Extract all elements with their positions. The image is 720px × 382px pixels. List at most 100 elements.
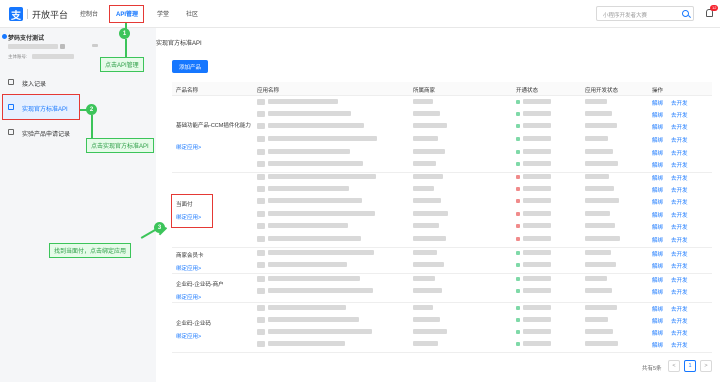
nav-console[interactable]: 控制台 <box>80 9 98 18</box>
unbind-link[interactable]: 解绑 <box>652 111 663 119</box>
develop-link[interactable]: 去开发 <box>671 329 688 337</box>
open-status-redacted <box>523 250 551 255</box>
unbind-link[interactable]: 解绑 <box>652 136 663 144</box>
dev-status-redacted <box>585 250 611 255</box>
unbind-link[interactable]: 解绑 <box>652 198 663 206</box>
pager-next-button[interactable]: > <box>700 360 712 372</box>
unbind-link[interactable]: 解绑 <box>652 149 663 157</box>
open-status-dot <box>516 162 520 166</box>
open-status-redacted <box>523 149 551 154</box>
merchant-redacted <box>413 149 445 154</box>
open-status-dot <box>516 137 520 141</box>
app-icon-redacted <box>257 223 265 229</box>
app-name-redacted <box>268 123 364 128</box>
open-status-dot <box>516 263 520 267</box>
account-number-redacted <box>32 54 74 59</box>
open-status-redacted <box>523 288 551 293</box>
add-product-button[interactable]: 添加产品 <box>172 60 208 73</box>
logo-divider <box>27 9 28 19</box>
search-icon[interactable] <box>682 10 689 17</box>
open-status-dot <box>516 212 520 216</box>
open-status-dot <box>516 237 520 241</box>
unbind-link[interactable]: 解绑 <box>652 250 663 258</box>
develop-link[interactable]: 去开发 <box>671 305 688 313</box>
app-name-redacted <box>268 236 361 241</box>
develop-link[interactable]: 去开发 <box>671 186 688 194</box>
edit-icon[interactable] <box>92 44 98 47</box>
group-divider <box>172 247 712 248</box>
unbind-link[interactable]: 解绑 <box>652 329 663 337</box>
merchant-redacted <box>413 250 437 255</box>
unbind-link[interactable]: 解绑 <box>652 161 663 169</box>
bind-app-link-enterprise-code[interactable]: 绑定应用> <box>176 332 201 340</box>
pager-prev-button[interactable]: < <box>668 360 680 372</box>
sidebar-item-access-record[interactable]: 接入记录 <box>22 79 46 88</box>
unbind-link[interactable]: 解绑 <box>652 99 663 107</box>
develop-link[interactable]: 去开发 <box>671 288 688 296</box>
step-badge-1: 1 <box>119 28 130 39</box>
step-badge-3: 3 <box>154 222 165 233</box>
develop-link[interactable]: 去开发 <box>671 223 688 231</box>
nav-community[interactable]: 社区 <box>186 9 198 18</box>
unbind-link[interactable]: 解绑 <box>652 317 663 325</box>
app-icon-redacted <box>257 329 265 335</box>
logo-text: 开放平台 <box>32 9 69 20</box>
develop-link[interactable]: 去开发 <box>671 99 688 107</box>
app-icon-redacted <box>257 288 265 294</box>
nav-academy[interactable]: 学堂 <box>157 9 169 18</box>
callout-step-3: 找到当面付，点击绑定应用 <box>49 243 132 258</box>
unbind-link[interactable]: 解绑 <box>652 305 663 313</box>
merchant-redacted <box>413 305 433 310</box>
unbind-link[interactable]: 解绑 <box>652 341 663 349</box>
unbind-link[interactable]: 解绑 <box>652 211 663 219</box>
dev-status-redacted <box>585 149 613 154</box>
develop-link[interactable]: 去开发 <box>671 161 688 169</box>
alipay-logo-icon: 支 <box>9 7 23 22</box>
face-to-face-highlight-box <box>171 194 213 228</box>
develop-link[interactable]: 去开发 <box>671 276 688 284</box>
develop-link[interactable]: 去开发 <box>671 236 688 244</box>
open-status-redacted <box>523 99 551 104</box>
open-status-dot <box>516 175 520 179</box>
app-name-redacted <box>268 329 372 334</box>
bind-app-link-ccm[interactable]: 绑定应用> <box>176 143 201 151</box>
unbind-link[interactable]: 解绑 <box>652 288 663 296</box>
product-member-card: 商家会员卡 <box>176 253 204 259</box>
develop-link[interactable]: 去开发 <box>671 341 688 349</box>
pager-page-1[interactable]: 1 <box>684 360 696 372</box>
develop-link[interactable]: 去开发 <box>671 198 688 206</box>
develop-link[interactable]: 去开发 <box>671 317 688 325</box>
unbind-link[interactable]: 解绑 <box>652 236 663 244</box>
unbind-link[interactable]: 解绑 <box>652 174 663 182</box>
unbind-link[interactable]: 解绑 <box>652 123 663 131</box>
unbind-link[interactable]: 解绑 <box>652 276 663 284</box>
develop-link[interactable]: 去开发 <box>671 262 688 270</box>
develop-link[interactable]: 去开发 <box>671 174 688 182</box>
develop-link[interactable]: 去开发 <box>671 250 688 258</box>
merchant-redacted <box>413 211 448 216</box>
bind-app-link-member-card[interactable]: 绑定应用> <box>176 264 201 272</box>
bind-app-link-enterprise-merchant[interactable]: 绑定应用> <box>176 293 201 301</box>
merchant-redacted <box>413 161 436 166</box>
api-management-highlight-box <box>109 5 144 23</box>
account-name: 梦码支付测试 <box>8 36 45 42</box>
app-icon-redacted <box>257 305 265 311</box>
app-name-redacted <box>268 276 360 281</box>
search-input[interactable]: 小程序开发者大赛 <box>596 6 694 21</box>
develop-link[interactable]: 去开发 <box>671 149 688 157</box>
logo[interactable]: 支 开放平台 <box>9 7 69 22</box>
develop-link[interactable]: 去开发 <box>671 136 688 144</box>
merchant-redacted <box>413 123 447 128</box>
account-icon <box>2 34 7 39</box>
unbind-link[interactable]: 解绑 <box>652 262 663 270</box>
col-actions: 操作 <box>652 88 664 94</box>
merchant-redacted <box>413 288 442 293</box>
open-status-redacted <box>523 276 551 281</box>
unbind-link[interactable]: 解绑 <box>652 186 663 194</box>
develop-link[interactable]: 去开发 <box>671 111 688 119</box>
sidebar-item-experiment-records[interactable]: 实验产品申请记录 <box>22 129 70 138</box>
product-enterprise-merchant: 企业码-企业码-商户 <box>176 282 224 288</box>
develop-link[interactable]: 去开发 <box>671 123 688 131</box>
unbind-link[interactable]: 解绑 <box>652 223 663 231</box>
develop-link[interactable]: 去开发 <box>671 211 688 219</box>
